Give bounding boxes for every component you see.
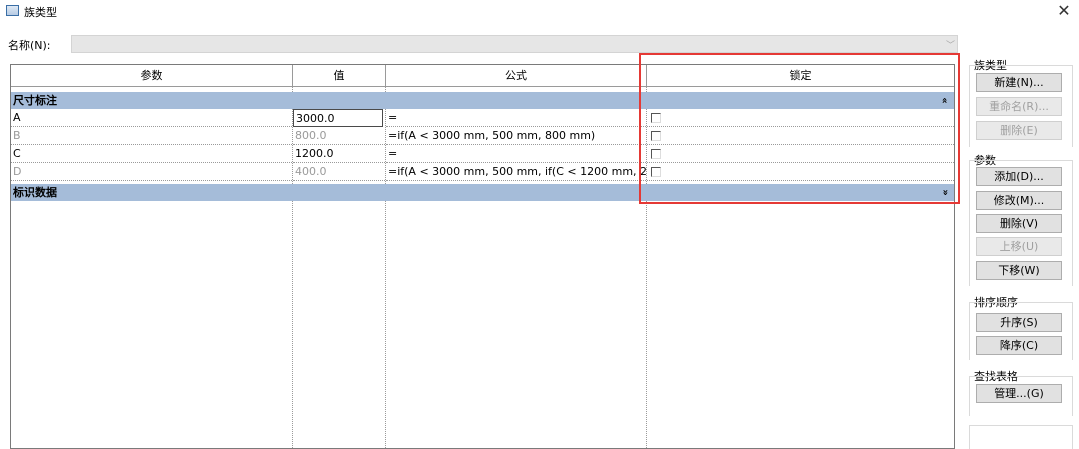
value-input-a[interactable]: 3000.0: [293, 109, 383, 127]
window-title: 族类型: [24, 6, 57, 19]
value-cell-d[interactable]: 400.0: [293, 163, 385, 181]
name-label: 名称(N):: [8, 39, 51, 52]
lock-checkbox-d[interactable]: [651, 167, 661, 177]
lock-checkbox-a[interactable]: [651, 113, 661, 123]
param-name-c[interactable]: C: [11, 145, 292, 163]
column-header-parameter[interactable]: 参数: [11, 65, 293, 87]
lock-checkbox-c[interactable]: [651, 149, 661, 159]
param-name-b[interactable]: B: [11, 127, 292, 145]
lock-cell-d: [647, 163, 954, 181]
partial-group-frame: [969, 425, 1073, 449]
modify-parameter-button[interactable]: 修改(M)...: [976, 191, 1062, 210]
formula-cell-d[interactable]: =if(A < 3000 mm, 500 mm, if(C < 1200 mm,…: [386, 163, 646, 181]
parameter-grid: 参数 值 公式 锁定 尺寸标注 » A 3000.0 = B 800.0 =if…: [10, 64, 955, 449]
lock-checkbox-b[interactable]: [651, 131, 661, 141]
move-down-button[interactable]: 下移(W): [976, 261, 1062, 280]
new-type-button[interactable]: 新建(N)...: [976, 73, 1062, 92]
move-up-button[interactable]: 上移(U): [976, 237, 1062, 256]
window-icon: [6, 5, 19, 16]
name-combobox[interactable]: ﹀: [71, 35, 958, 53]
column-header-formula[interactable]: 公式: [386, 65, 647, 87]
group-title: 尺寸标注: [13, 94, 57, 107]
add-parameter-button[interactable]: 添加(D)...: [976, 167, 1062, 186]
column-header-value[interactable]: 值: [293, 65, 386, 87]
formula-cell-c[interactable]: =: [386, 145, 646, 163]
formula-cell-a[interactable]: =: [386, 109, 646, 127]
rename-type-button[interactable]: 重命名(R)...: [976, 97, 1062, 116]
lock-cell-b: [647, 127, 954, 145]
expand-icon[interactable]: »: [936, 189, 953, 195]
manage-lookup-tables-button[interactable]: 管理...(G): [976, 384, 1062, 403]
close-icon[interactable]: ✕: [1055, 2, 1073, 20]
param-name-a[interactable]: A: [11, 109, 292, 127]
collapse-icon[interactable]: »: [936, 97, 953, 103]
column-header-lock[interactable]: 锁定: [647, 65, 954, 87]
sort-ascending-button[interactable]: 升序(S): [976, 313, 1062, 332]
formula-cell-b[interactable]: =if(A < 3000 mm, 500 mm, 800 mm): [386, 127, 646, 145]
value-cell-b[interactable]: 800.0: [293, 127, 385, 145]
group-header-dimensions[interactable]: 尺寸标注 »: [11, 92, 954, 109]
title-bar: 族类型 ✕: [0, 0, 1079, 24]
sort-descending-button[interactable]: 降序(C): [976, 336, 1062, 355]
lock-cell-c: [647, 145, 954, 163]
value-cell-c[interactable]: 1200.0: [293, 145, 385, 163]
chevron-down-icon[interactable]: ﹀: [946, 38, 955, 51]
param-name-d[interactable]: D: [11, 163, 292, 181]
delete-type-button[interactable]: 删除(E): [976, 121, 1062, 140]
lock-cell-a: [647, 109, 954, 127]
delete-parameter-button[interactable]: 删除(V): [976, 214, 1062, 233]
group-header-identity-data[interactable]: 标识数据 »: [11, 184, 954, 201]
group-title: 标识数据: [13, 186, 57, 199]
